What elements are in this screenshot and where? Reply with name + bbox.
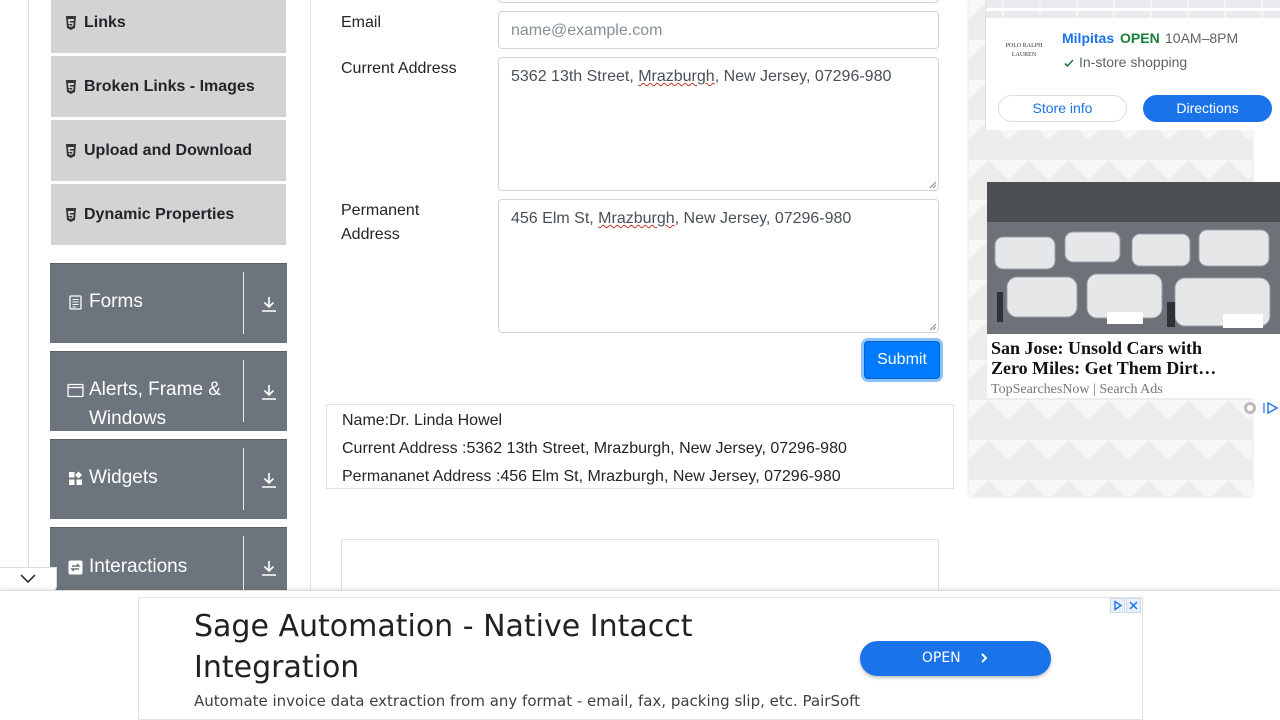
- car-ad-source: TopSearchesNow | Search Ads: [991, 382, 1163, 397]
- car-ad-headline[interactable]: San Jose: Unsold Cars with Zero Miles: G…: [991, 338, 1277, 378]
- sidebar-item-upload-download[interactable]: Upload and Download: [51, 120, 286, 182]
- store-hours: 10AM–8PM: [1165, 30, 1239, 46]
- store-info-button[interactable]: Store info: [998, 95, 1127, 122]
- sidebar-item-label: Links: [84, 13, 126, 31]
- interactions-icon: [68, 560, 83, 575]
- chevron-right-icon: [981, 653, 988, 663]
- html-icon: [65, 79, 77, 94]
- bottom-ad[interactable]: Sage Automation - Native Intacct Integra…: [138, 597, 1143, 720]
- current-address-text: 5362 13th Street, Mrazburgh, New Jersey,…: [511, 68, 892, 85]
- permanent-address-field[interactable]: 456 Elm St, Mrazburgh, New Jersey, 07296…: [498, 199, 939, 333]
- current-address-label: Current Address: [341, 60, 457, 77]
- sidebar-item-label: Broken Links - Images: [84, 77, 255, 95]
- sidebar-group-label: Interactions: [89, 556, 188, 577]
- submit-button[interactable]: Submit: [864, 341, 940, 379]
- chevron-down-icon: [20, 574, 36, 584]
- car-lot-image[interactable]: [987, 182, 1280, 334]
- map-thumbnail: [986, 0, 1280, 18]
- page: Links Broken Links - Images Upload and D…: [0, 0, 1280, 720]
- store-status: OPEN: [1120, 30, 1160, 46]
- adchoices-icon[interactable]: [1243, 401, 1280, 415]
- download-icon[interactable]: [260, 295, 278, 313]
- group-separator: [243, 448, 244, 510]
- check-icon: [1064, 59, 1074, 68]
- email-label: Email: [341, 14, 382, 31]
- content-divider: [310, 0, 311, 590]
- sidebar-group-label: Widgets: [89, 467, 158, 488]
- output-current-address: Current Address :5362 13th Street, Mrazb…: [342, 440, 847, 457]
- download-icon[interactable]: [260, 559, 278, 577]
- widgets-icon: [69, 471, 83, 485]
- store-logo: POLO RALPH LAUREN: [1005, 43, 1043, 58]
- sidebar-group-alerts[interactable]: Alerts, Frame & Windows: [50, 351, 287, 431]
- sidebar-item-label: Dynamic Properties: [84, 205, 235, 223]
- output-permanent-address: Permananet Address :456 Elm St, Mrazburg…: [342, 468, 841, 485]
- resize-handle-icon[interactable]: [929, 181, 937, 189]
- email-field[interactable]: name@example.com: [498, 11, 939, 49]
- output-name: Name:Dr. Linda Howel: [342, 412, 503, 429]
- left-divider: [28, 0, 29, 590]
- current-address-field[interactable]: 5362 13th Street, Mrazburgh, New Jersey,…: [498, 57, 939, 191]
- bottom-ad-description: Automate invoice data extraction from an…: [194, 692, 861, 710]
- name-field-edge: [498, 0, 939, 3]
- store-map-ad[interactable]: POLO RALPH LAUREN Milpitas OPEN 10AM–8PM…: [985, 0, 1280, 130]
- output-panel: Name:Dr. Linda Howel Current Address :53…: [326, 404, 954, 489]
- sidebar-group-label-line2: Windows: [89, 408, 167, 429]
- form-icon: [69, 295, 82, 310]
- sidebar-item-label: Upload and Download: [84, 141, 252, 159]
- store-name[interactable]: Milpitas: [1062, 30, 1114, 46]
- group-separator: [243, 360, 244, 422]
- html-icon: [65, 143, 77, 158]
- close-icon[interactable]: [1126, 598, 1141, 613]
- car-ad[interactable]: San Jose: Unsold Cars with Zero Miles: G…: [987, 182, 1280, 398]
- permanent-address-text: 456 Elm St, Mrazburgh, New Jersey, 07296…: [511, 210, 852, 227]
- bottom-ad-title[interactable]: Sage Automation - Native Intacct Integra…: [194, 606, 814, 688]
- window-icon: [67, 383, 84, 398]
- directions-button[interactable]: Directions: [1143, 95, 1272, 122]
- resize-handle-icon[interactable]: [929, 323, 937, 331]
- permanent-address-label: Permanent Address: [341, 202, 420, 243]
- sidebar-group-widgets[interactable]: Widgets: [50, 439, 287, 519]
- open-button[interactable]: OPEN: [860, 641, 1051, 676]
- sidebar-item-dynamic-properties[interactable]: Dynamic Properties: [51, 184, 286, 246]
- group-separator: [243, 272, 244, 334]
- sidebar-item-broken-links[interactable]: Broken Links - Images: [51, 56, 286, 118]
- car-lot-illustration: [987, 182, 1280, 334]
- sidebar-group-interactions[interactable]: Interactions: [50, 527, 287, 598]
- download-icon[interactable]: [260, 383, 278, 401]
- html-icon: [65, 207, 77, 222]
- sidebar-group-label: Forms: [89, 291, 143, 312]
- sidebar-group-label: Alerts, Frame &: [89, 379, 221, 400]
- html-icon: [65, 15, 77, 30]
- collapse-toggle[interactable]: [0, 567, 57, 592]
- sidebar-item-links[interactable]: Links: [51, 0, 286, 54]
- store-feature: In-store shopping: [1079, 54, 1188, 70]
- ad-info-icon[interactable]: [1110, 598, 1125, 613]
- sidebar-group-forms[interactable]: Forms: [50, 263, 287, 343]
- group-separator: [243, 536, 244, 598]
- download-icon[interactable]: [260, 471, 278, 489]
